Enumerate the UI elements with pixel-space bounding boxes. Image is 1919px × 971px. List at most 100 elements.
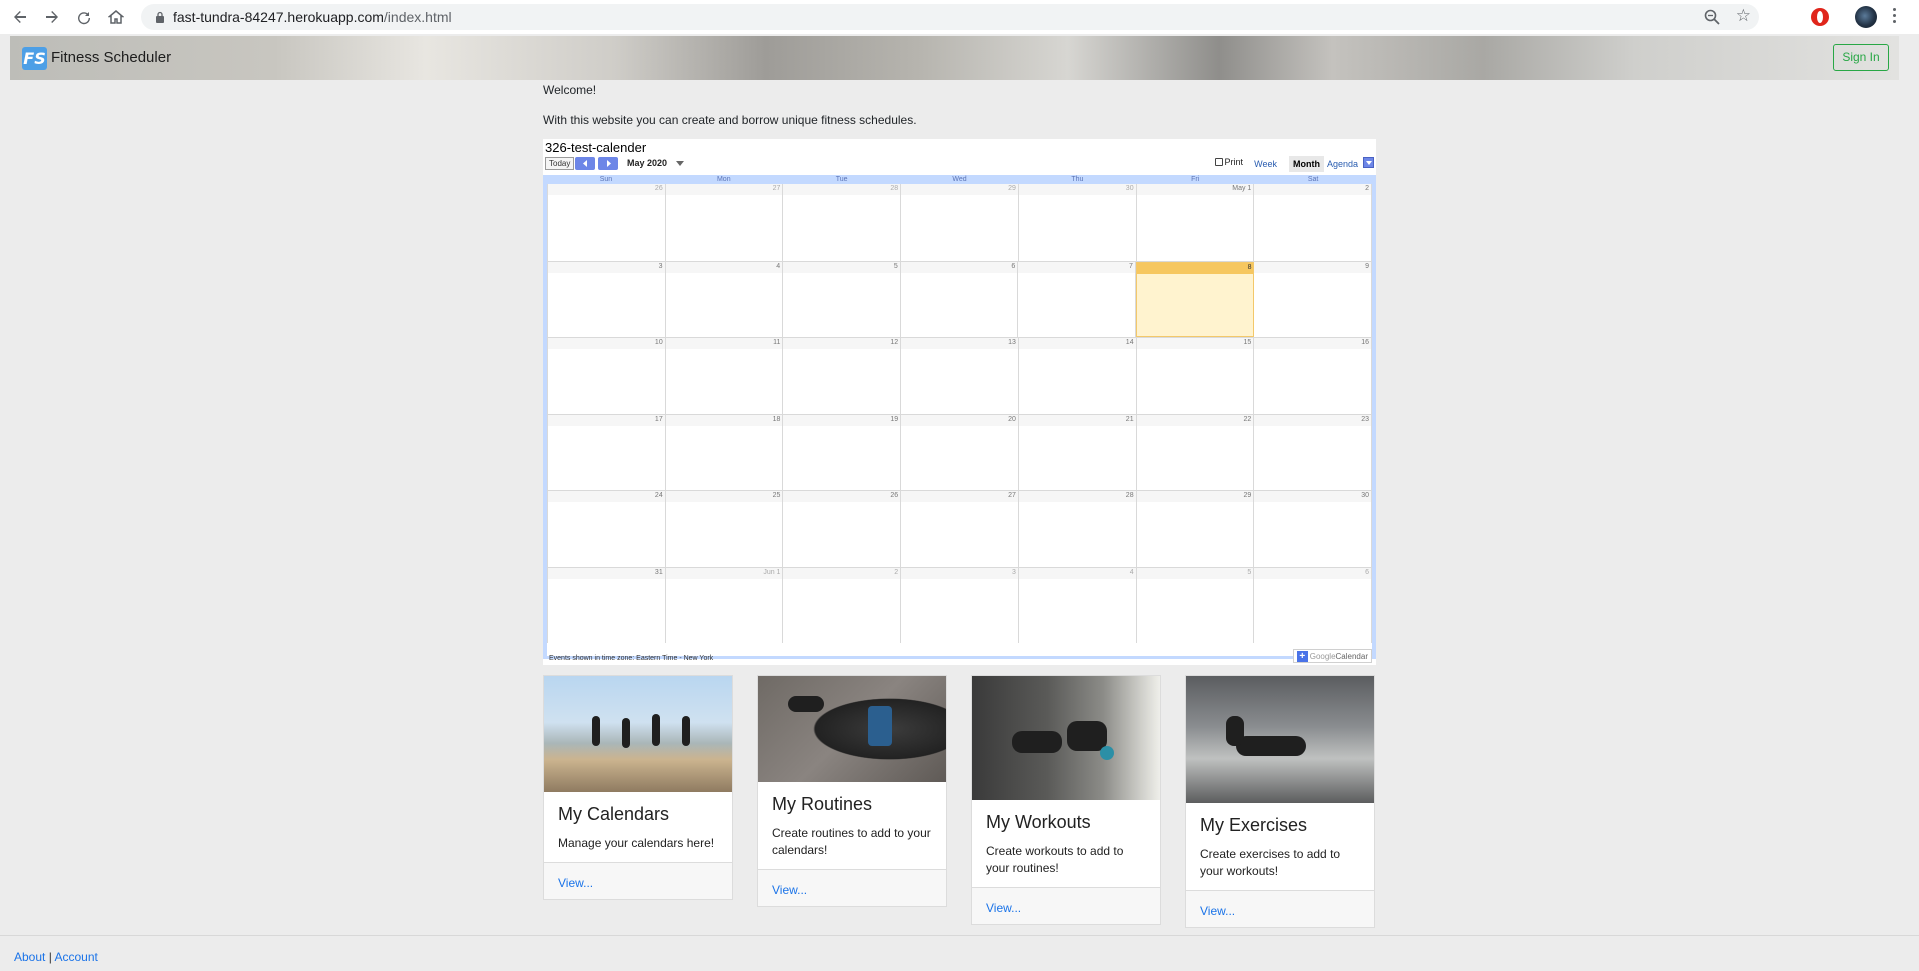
calendar-day-cell[interactable]: 2 [1254,184,1373,261]
day-number-bar [1254,491,1372,502]
brand-name[interactable]: Fitness Scheduler [51,49,171,66]
print-button[interactable]: Print [1215,157,1243,167]
url-path: /index.html [383,9,452,25]
calendar-day-cell[interactable]: 28 [1018,491,1137,567]
intro-text: With this website you can create and bor… [543,113,917,127]
url-text[interactable]: fast-tundra-84247.herokuapp.com/index.ht… [173,9,452,25]
dumbbells-phone-image [758,676,946,782]
calendar-day-cell[interactable]: 16 [1254,338,1373,414]
prev-month-icon[interactable] [575,157,595,170]
calendar-day-cell[interactable]: 11 [665,338,784,414]
home-icon[interactable] [104,5,128,29]
calendar-day-cell[interactable]: 3 [901,567,1019,643]
workout-couple-image [972,676,1160,800]
calendar-day-cell[interactable]: 29 [901,184,1019,261]
calendar-day-cell[interactable]: 24 [547,491,666,567]
calendar-day-cell[interactable]: 17 [547,414,666,490]
calendar-day-cell[interactable]: 9 [1254,261,1373,337]
calendar-day-cell[interactable]: 29 [1136,491,1255,567]
calendar-day-cell-today[interactable]: 8 [1135,261,1255,337]
calendar-day-cell[interactable]: 26 [783,491,902,567]
welcome-text: Welcome! [543,83,597,97]
view-routines-link[interactable]: View... [772,883,807,897]
calendar-day-cell[interactable]: 2 [783,567,902,643]
tab-week[interactable]: Week [1250,156,1281,172]
calendar-day-cell[interactable]: 4 [665,261,784,337]
calendar-day-cell[interactable]: 19 [783,414,902,490]
calendar-day-cell[interactable]: 26 [547,184,666,261]
calendar-day-cell[interactable]: 27 [901,491,1019,567]
bookmark-star-icon[interactable]: ☆ [1736,7,1751,25]
view-dropdown-icon[interactable] [1363,157,1374,168]
calendar-day-cell[interactable]: 6 [900,261,1019,337]
lock-icon [156,11,164,23]
view-calendars-link[interactable]: View... [558,876,593,890]
person-figure [1012,731,1062,753]
browser-menu-icon[interactable] [1893,6,1897,26]
calendar-week-row: 10 11 12 13 14 15 16 [547,337,1373,414]
day-number-bar [783,491,901,502]
google-calendar-badge[interactable]: + Google Calendar [1292,649,1372,663]
tab-agenda[interactable]: Agenda [1323,156,1362,172]
tab-month[interactable]: Month [1289,156,1324,172]
day-number-bar [1254,261,1372,273]
profile-avatar[interactable] [1855,6,1877,28]
today-button[interactable]: Today [545,157,575,170]
brand-logo-icon[interactable]: FS [22,47,47,70]
sign-in-button[interactable]: Sign In [1833,44,1889,71]
calendar-day-cell[interactable]: 5 [1136,567,1255,643]
calendar-day-cell[interactable]: 4 [1018,567,1137,643]
calendar-day-cell[interactable]: 31 [547,567,666,643]
calendar-day-cell[interactable]: 30 [1018,184,1137,261]
calendar-day-cell[interactable]: May 1 [1136,184,1255,261]
phone-shape [868,706,892,746]
calendar-day-cell[interactable]: 18 [665,414,784,490]
calendar-day-cell[interactable]: 5 [783,261,901,337]
calendar-day-cell[interactable]: 28 [783,184,902,261]
day-number: 6 [1365,568,1370,576]
calendar-day-cell[interactable]: 27 [665,184,784,261]
calendar-day-cell[interactable]: 22 [1136,414,1255,490]
forward-icon[interactable] [40,5,64,29]
calendar-day-cell[interactable]: 25 [665,491,784,567]
opera-extension-icon[interactable] [1811,8,1829,26]
calendar-day-cell[interactable]: 21 [1018,414,1137,490]
card-title: My Calendars [558,804,670,824]
runner-figure [652,714,660,746]
calendar-day-cell[interactable]: 14 [1018,338,1137,414]
day-number-bar [1018,184,1136,195]
view-workouts-link[interactable]: View... [986,901,1021,915]
card-text: Create exercises to add to your workouts… [1200,847,1341,878]
back-icon[interactable] [8,5,32,29]
calendar-day-cell[interactable]: 23 [1254,414,1373,490]
next-month-icon[interactable] [598,157,618,170]
calendar-day-cell[interactable]: 12 [783,338,902,414]
day-number: 15 [1243,339,1252,346]
calendar-day-cell[interactable]: 20 [901,414,1019,490]
calendar-day-cell[interactable]: 3 [547,261,666,337]
calendar-day-cell[interactable]: 7 [1018,261,1136,337]
about-link[interactable]: About [14,950,45,964]
zoom-icon[interactable] [1703,8,1721,26]
calendar-day-cell[interactable]: 13 [901,338,1019,414]
address-bar[interactable]: fast-tundra-84247.herokuapp.com/index.ht… [141,4,1759,30]
weekday-label: Tue [835,176,848,183]
day-number-bar [1136,338,1254,349]
day-number: 6 [1011,262,1016,270]
day-number-bar [548,261,665,273]
day-number: May 1 [1232,185,1252,192]
view-exercises-link[interactable]: View... [1200,904,1235,918]
calendar-day-cell[interactable]: 15 [1136,338,1255,414]
calendar-day-cell[interactable]: 30 [1254,491,1373,567]
day-number: 27 [772,185,781,192]
calendar-day-cell[interactable]: 10 [547,338,666,414]
calendar-day-cell[interactable]: 6 [1254,567,1373,643]
calendar-week-row: 17 18 19 20 21 22 23 [547,413,1373,490]
calendar-week-row: 3 4 5 6 7 8 9 [547,260,1373,337]
reload-icon[interactable] [72,5,96,29]
account-link[interactable]: Account [55,950,98,964]
calendar-day-cell[interactable]: Jun 1 [665,567,784,643]
day-number: 28 [890,185,899,192]
day-number-bar [901,184,1018,195]
month-picker-caret-icon[interactable] [676,161,684,166]
